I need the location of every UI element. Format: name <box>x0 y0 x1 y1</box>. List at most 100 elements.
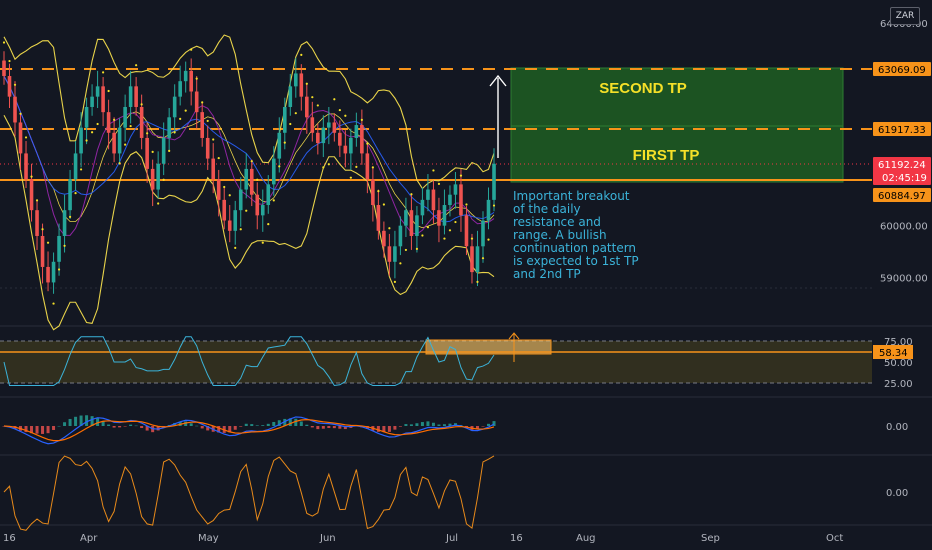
sar-dot <box>57 268 61 271</box>
sar-dot <box>157 202 160 205</box>
candle-body <box>338 132 342 146</box>
candle-body <box>13 96 17 123</box>
rsi-tick-label: 50.00 <box>884 358 913 369</box>
candle-body <box>73 153 78 180</box>
candle-body <box>453 184 458 195</box>
candle-body <box>393 246 397 262</box>
candle-body <box>360 125 364 154</box>
macd-histogram-bar <box>327 426 331 429</box>
sar-dot <box>421 234 424 237</box>
candle-body <box>293 73 298 87</box>
candle-body <box>387 246 392 262</box>
candle-body <box>415 215 419 236</box>
macd-histogram-bar <box>112 426 116 428</box>
sar-dot <box>261 241 264 244</box>
sar-dot <box>168 149 171 152</box>
sar-dot <box>135 64 138 67</box>
sar-dot <box>437 182 441 185</box>
macd-histogram-bar <box>437 424 441 426</box>
sar-dot <box>68 215 72 218</box>
candle-body <box>459 184 463 216</box>
sar-dot <box>96 122 99 126</box>
candle-body <box>123 106 127 128</box>
macd-histogram-bar <box>481 426 485 427</box>
time-tick-label: Jul <box>445 533 458 544</box>
candle-body <box>448 194 452 206</box>
macd-histogram-bar <box>250 424 254 426</box>
candle-body <box>321 127 326 144</box>
candle-body <box>316 132 320 144</box>
time-axis[interactable]: 16 Apr May Jun Jul 16 Aug Sep Oct <box>3 533 843 544</box>
sar-dot <box>283 141 286 144</box>
sar-dot <box>454 220 457 224</box>
macd-histogram-bar <box>129 424 133 426</box>
sar-dot <box>35 199 39 202</box>
trading-chart[interactable]: SECOND TP FIRST TP 64000.0060000.0059000… <box>0 0 932 550</box>
candle-body <box>161 137 166 164</box>
macd-histogram-bar <box>332 426 336 429</box>
sar-dot <box>415 247 419 250</box>
sar-dot <box>46 241 50 244</box>
candle-body <box>327 122 331 128</box>
price-badge-label: 63069.09 <box>878 65 926 76</box>
price-badge-label: 61192.24 <box>878 160 926 171</box>
sar-dot <box>487 238 490 241</box>
sar-dot <box>459 174 463 177</box>
macd-histogram-bar <box>244 423 248 426</box>
sar-dot <box>8 59 11 63</box>
candle-body <box>271 158 276 185</box>
macd-histogram-bar <box>85 415 89 426</box>
macd-histogram-bar <box>393 426 397 430</box>
macd-histogram-bar <box>299 421 303 426</box>
sar-dot <box>113 118 116 121</box>
candle-body <box>40 235 45 267</box>
macd-histogram-bar <box>239 426 243 427</box>
sar-dot <box>234 246 237 249</box>
sar-dot <box>129 124 132 128</box>
sar-dot <box>294 112 297 115</box>
candle-body <box>29 179 34 211</box>
candle-body <box>150 168 155 190</box>
candle-body <box>205 137 210 159</box>
sar-dot <box>333 98 336 101</box>
sar-dot <box>19 112 22 115</box>
candle-body <box>260 205 265 216</box>
sar-dot <box>366 142 369 145</box>
sar-dot <box>305 82 308 85</box>
price-badge-label: 61917.33 <box>878 125 926 136</box>
sar-dot <box>124 143 127 146</box>
macd-histogram-bar <box>255 425 259 426</box>
sar-dot <box>217 156 220 160</box>
macd-histogram-bar <box>200 426 204 429</box>
macd-histogram-bar <box>420 422 424 426</box>
candle-body <box>106 112 111 133</box>
annotation-note[interactable]: Important breakout of the daily resistan… <box>513 190 643 281</box>
macd-histogram-bar <box>426 421 430 426</box>
macd-histogram-bar <box>475 426 479 429</box>
candle-body <box>178 81 182 97</box>
macd-line <box>3 416 495 445</box>
candle-body <box>299 73 304 97</box>
candle-body <box>35 210 39 236</box>
rsi-tick-label: 25.00 <box>884 379 913 390</box>
sar-dot <box>432 169 435 172</box>
candle-body <box>343 145 348 154</box>
candle-body <box>349 137 353 154</box>
macd-histogram-bar <box>266 423 270 426</box>
candle-body <box>200 112 205 138</box>
sar-dot <box>13 83 17 86</box>
sar-dot <box>448 229 452 232</box>
sar-dot <box>79 168 83 171</box>
rsi-badge-label: 58.34 <box>879 348 908 359</box>
currency-badge[interactable]: ZAR <box>890 7 920 25</box>
sar-dot <box>228 194 231 197</box>
sar-dot <box>316 104 319 107</box>
sar-dot <box>162 178 165 181</box>
candle-body <box>288 86 293 107</box>
second-tp-zone[interactable] <box>510 67 844 127</box>
candle-body <box>376 205 381 231</box>
sar-dot <box>377 189 380 193</box>
sar-dot <box>2 41 6 44</box>
candle-body <box>481 220 485 247</box>
sar-dot <box>24 136 28 139</box>
